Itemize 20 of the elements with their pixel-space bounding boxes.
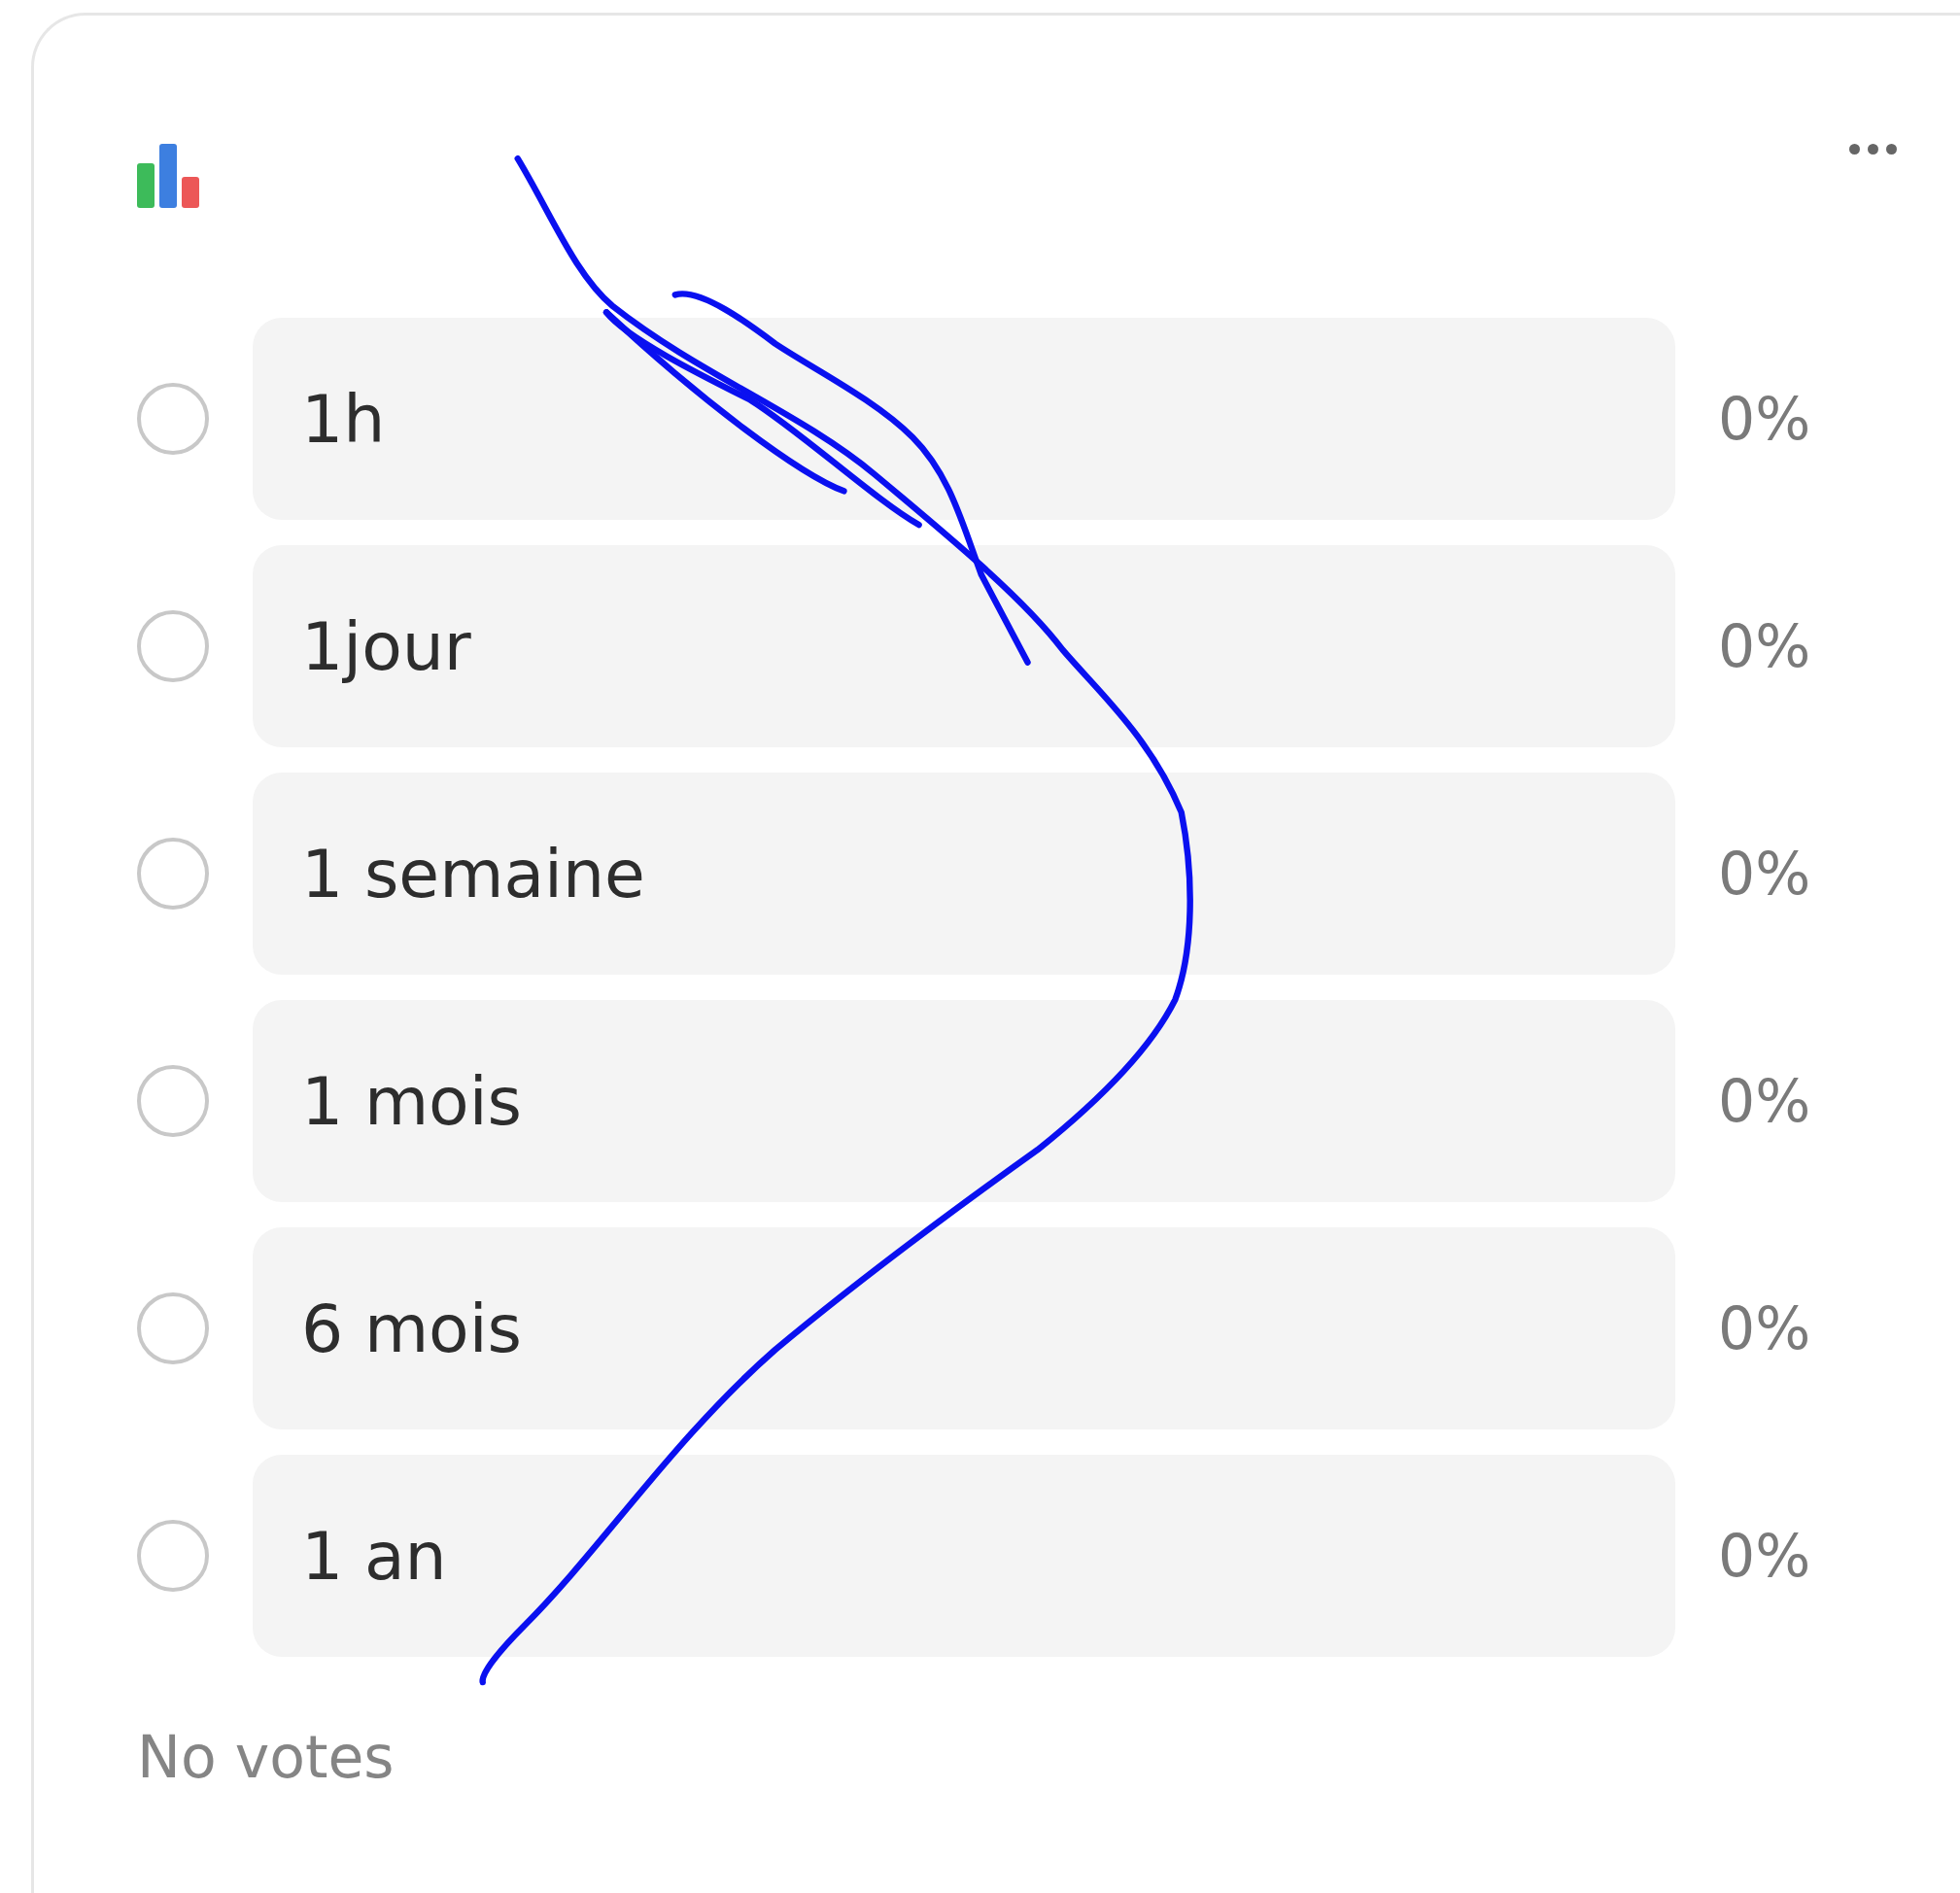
vote-percentage: 0%	[1718, 840, 1811, 908]
poll-option[interactable]: 1h	[253, 318, 1675, 520]
poll-option[interactable]: 1 semaine	[253, 773, 1675, 975]
radio-button[interactable]	[137, 610, 209, 682]
vote-count: No votes	[137, 1723, 395, 1791]
radio-button[interactable]	[137, 838, 209, 910]
poll-option[interactable]: 1 an	[253, 1455, 1675, 1657]
radio-button[interactable]	[137, 1520, 209, 1592]
vote-percentage: 0%	[1718, 1522, 1811, 1590]
bar-chart-icon	[137, 144, 201, 208]
radio-button[interactable]	[137, 1292, 209, 1364]
poll-option[interactable]: 1 mois	[253, 1000, 1675, 1202]
poll-option[interactable]: 1jour	[253, 545, 1675, 747]
vote-percentage: 0%	[1718, 1294, 1811, 1362]
vote-percentage: 0%	[1718, 385, 1811, 453]
radio-button[interactable]	[137, 383, 209, 455]
vote-percentage: 0%	[1718, 1067, 1811, 1135]
radio-button[interactable]	[137, 1065, 209, 1137]
poll-option[interactable]: 6 mois	[253, 1227, 1675, 1429]
vote-percentage: 0%	[1718, 612, 1811, 680]
